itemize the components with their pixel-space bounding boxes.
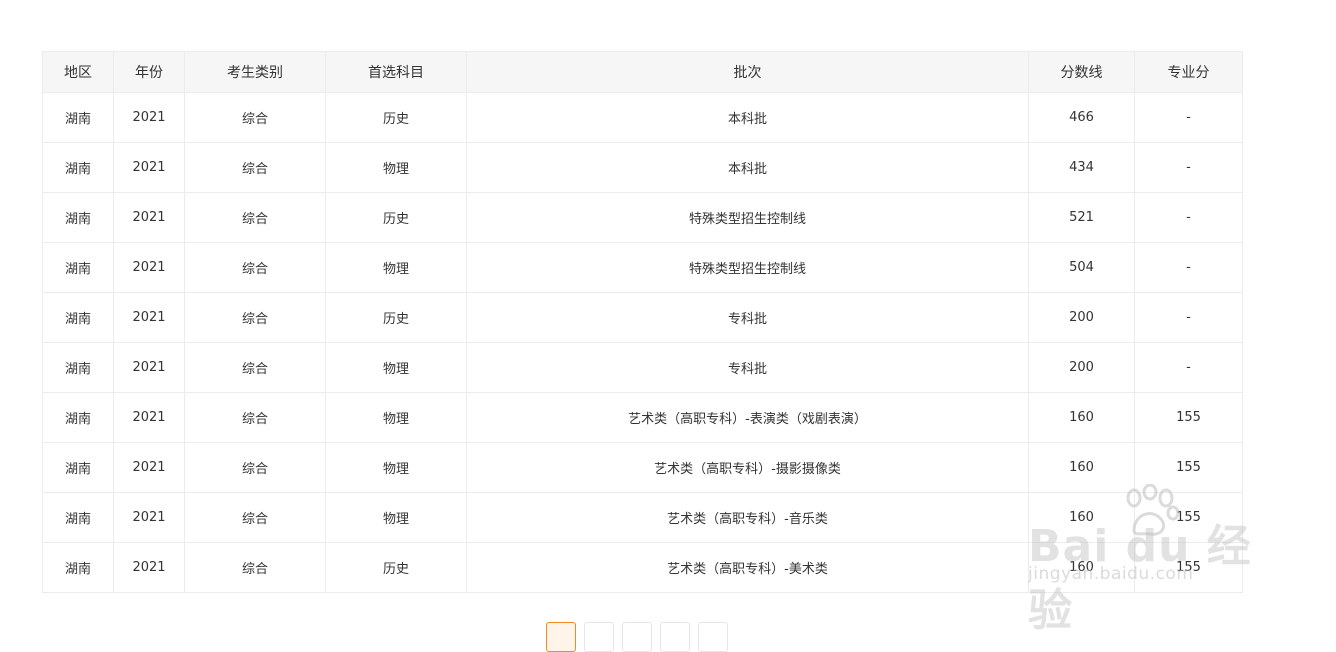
cell-score: 200 [1028,342,1135,393]
cell-batch: 专科批 [466,342,1029,393]
cell-major: - [1134,192,1243,243]
cell-type: 综合 [184,142,326,193]
cell-major: 155 [1134,542,1243,593]
table-row: 湖南 2021 综合 历史 特殊类型招生控制线 521 - [42,192,1243,243]
cell-score: 160 [1028,392,1135,443]
cell-region: 湖南 [42,342,114,393]
cell-score: 504 [1028,242,1135,293]
cell-subject: 历史 [325,292,467,343]
header-subject: 首选科目 [325,51,467,93]
cell-subject: 物理 [325,442,467,493]
cell-subject: 物理 [325,242,467,293]
cell-year: 2021 [113,142,185,193]
table-row: 湖南 2021 综合 历史 艺术类（高职专科）-美术类 160 155 [42,542,1243,593]
cell-major: - [1134,242,1243,293]
cell-batch: 艺术类（高职专科）-摄影摄像类 [466,442,1029,493]
cell-type: 综合 [184,292,326,343]
cell-year: 2021 [113,542,185,593]
cell-region: 湖南 [42,492,114,543]
cell-major: 155 [1134,492,1243,543]
table-row: 湖南 2021 综合 物理 本科批 434 - [42,142,1243,193]
cell-type: 综合 [184,442,326,493]
score-table: 地区 年份 考生类别 首选科目 批次 分数线 专业分 湖南 2021 综合 历史… [42,51,1243,593]
cell-major: - [1134,92,1243,143]
table-row: 湖南 2021 综合 历史 专科批 200 - [42,292,1243,343]
cell-region: 湖南 [42,192,114,243]
cell-major: 155 [1134,442,1243,493]
cell-batch: 特殊类型招生控制线 [466,242,1029,293]
cell-region: 湖南 [42,392,114,443]
cell-year: 2021 [113,242,185,293]
cell-year: 2021 [113,92,185,143]
cell-subject: 历史 [325,192,467,243]
cell-major: - [1134,292,1243,343]
cell-batch: 艺术类（高职专科）-表演类（戏剧表演） [466,392,1029,443]
cell-score: 160 [1028,542,1135,593]
cell-type: 综合 [184,392,326,443]
table-row: 湖南 2021 综合 物理 艺术类（高职专科）-摄影摄像类 160 155 [42,442,1243,493]
cell-subject: 物理 [325,492,467,543]
cell-region: 湖南 [42,542,114,593]
cell-subject: 物理 [325,392,467,443]
cell-type: 综合 [184,242,326,293]
cell-score: 434 [1028,142,1135,193]
cell-score: 160 [1028,492,1135,543]
cell-batch: 艺术类（高职专科）-美术类 [466,542,1029,593]
table-row: 湖南 2021 综合 物理 艺术类（高职专科）-表演类（戏剧表演） 160 15… [42,392,1243,443]
cell-type: 综合 [184,192,326,243]
cell-region: 湖南 [42,142,114,193]
cell-region: 湖南 [42,92,114,143]
cell-major: 155 [1134,392,1243,443]
score-table-container: 地区 年份 考生类别 首选科目 批次 分数线 专业分 湖南 2021 综合 历史… [42,51,1243,593]
cell-year: 2021 [113,492,185,543]
cell-type: 综合 [184,492,326,543]
header-row: 地区 年份 考生类别 首选科目 批次 分数线 专业分 [42,51,1243,93]
header-year: 年份 [113,51,185,93]
cell-subject: 物理 [325,142,467,193]
cell-batch: 本科批 [466,142,1029,193]
cell-subject: 物理 [325,342,467,393]
header-type: 考生类别 [184,51,326,93]
table-header: 地区 年份 考生类别 首选科目 批次 分数线 专业分 [42,51,1243,93]
table-row: 湖南 2021 综合 物理 专科批 200 - [42,342,1243,393]
table-row: 湖南 2021 综合 物理 特殊类型招生控制线 504 - [42,242,1243,293]
cell-region: 湖南 [42,442,114,493]
table-row: 湖南 2021 综合 历史 本科批 466 - [42,92,1243,143]
cell-type: 综合 [184,92,326,143]
cell-major: - [1134,142,1243,193]
cell-score: 160 [1028,442,1135,493]
header-batch: 批次 [466,51,1029,93]
cell-year: 2021 [113,442,185,493]
cell-year: 2021 [113,192,185,243]
cell-region: 湖南 [42,292,114,343]
cell-subject: 历史 [325,542,467,593]
cell-batch: 艺术类（高职专科）-音乐类 [466,492,1029,543]
cell-subject: 历史 [325,92,467,143]
header-score: 分数线 [1028,51,1135,93]
cell-year: 2021 [113,342,185,393]
cell-score: 521 [1028,192,1135,243]
cell-score: 466 [1028,92,1135,143]
table-body: 湖南 2021 综合 历史 本科批 466 - 湖南 2021 综合 物理 本科… [42,92,1243,593]
table-row: 湖南 2021 综合 物理 艺术类（高职专科）-音乐类 160 155 [42,492,1243,543]
header-major: 专业分 [1134,51,1243,93]
cell-batch: 专科批 [466,292,1029,343]
cell-year: 2021 [113,292,185,343]
header-region: 地区 [42,51,114,93]
cell-type: 综合 [184,342,326,393]
cell-batch: 特殊类型招生控制线 [466,192,1029,243]
cell-type: 综合 [184,542,326,593]
cell-batch: 本科批 [466,92,1029,143]
cell-year: 2021 [113,392,185,443]
cell-major: - [1134,342,1243,393]
cell-score: 200 [1028,292,1135,343]
cell-region: 湖南 [42,242,114,293]
